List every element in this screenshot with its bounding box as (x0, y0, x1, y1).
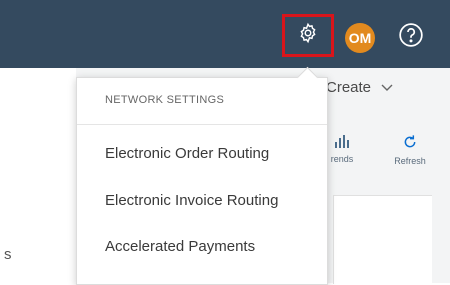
create-label: Create (326, 79, 372, 96)
gear-icon (297, 22, 319, 49)
help-button[interactable] (395, 21, 427, 53)
menu-item-electronic-order-routing[interactable]: Electronic Order Routing (105, 145, 269, 162)
chevron-down-icon (381, 79, 393, 96)
settings-button[interactable] (282, 14, 334, 57)
left-panel-text: s (4, 246, 12, 263)
menu-item-accelerated-payments[interactable]: Accelerated Payments (105, 238, 255, 255)
content-card (333, 195, 432, 284)
help-icon (398, 22, 424, 53)
refresh-label: Refresh (394, 156, 426, 166)
create-dropdown[interactable]: Create (326, 79, 393, 96)
refresh-icon (402, 135, 418, 152)
menu-header: NETWORK SETTINGS (105, 94, 225, 106)
bar-chart-icon (334, 135, 350, 150)
network-settings-menu: NETWORK SETTINGS Electronic Order Routin… (76, 77, 328, 285)
user-avatar[interactable]: OM (345, 23, 375, 53)
top-header-bar: OM (0, 0, 450, 68)
refresh-tile[interactable]: Refresh (388, 134, 432, 166)
menu-item-electronic-invoice-routing[interactable]: Electronic Invoice Routing (105, 192, 278, 209)
menu-divider (77, 124, 327, 125)
